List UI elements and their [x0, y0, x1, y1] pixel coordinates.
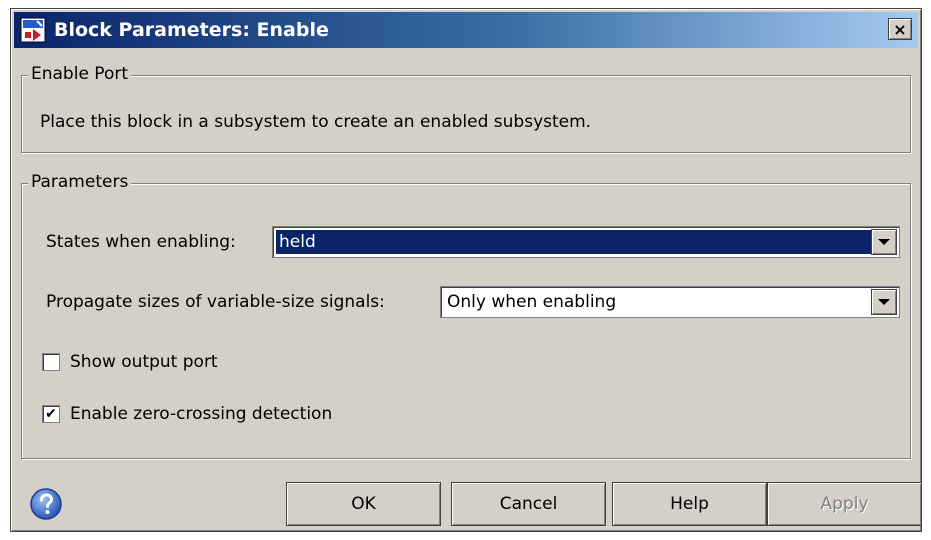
- close-button[interactable]: ×: [888, 18, 912, 40]
- enable-port-legend: Enable Port: [28, 64, 132, 84]
- zero-crossing-label: Enable zero-crossing detection: [70, 404, 333, 424]
- zero-crossing-option[interactable]: ✔ Enable zero-crossing detection: [42, 404, 332, 424]
- show-output-port-label: Show output port: [70, 352, 218, 372]
- chevron-down-icon: [878, 239, 890, 245]
- simulink-block-icon: [20, 17, 46, 43]
- propagate-dropdown-button[interactable]: [871, 289, 897, 315]
- enable-port-group: Enable Port Place this block in a subsys…: [21, 64, 911, 153]
- block-parameters-dialog: Block Parameters: Enable × Enable Port P…: [10, 8, 922, 532]
- propagate-sizes-select[interactable]: Only when enabling: [440, 286, 900, 318]
- show-output-port-option[interactable]: Show output port: [42, 352, 218, 372]
- help-button[interactable]: Help: [612, 482, 767, 526]
- cancel-button[interactable]: Cancel: [451, 482, 606, 526]
- parameters-legend: Parameters: [28, 172, 132, 192]
- ok-button[interactable]: OK: [286, 482, 441, 526]
- show-output-port-checkbox[interactable]: [42, 353, 60, 371]
- close-icon: ×: [893, 19, 907, 39]
- states-dropdown-button[interactable]: [871, 229, 897, 255]
- states-when-enabling-value: held: [276, 230, 871, 254]
- check-mark-icon: ✔: [45, 406, 57, 422]
- title-bar[interactable]: Block Parameters: Enable ×: [14, 12, 918, 48]
- zero-crossing-checkbox[interactable]: ✔: [42, 405, 60, 423]
- parameters-group: Parameters States when enabling: held Pr…: [21, 172, 911, 459]
- block-description: Place this block in a subsystem to creat…: [40, 112, 592, 132]
- propagate-sizes-label: Propagate sizes of variable-size signals…: [46, 292, 385, 312]
- states-when-enabling-select[interactable]: held: [272, 226, 900, 258]
- propagate-sizes-value: Only when enabling: [447, 292, 617, 312]
- help-question-icon[interactable]: [29, 487, 63, 521]
- apply-button[interactable]: Apply: [767, 482, 922, 526]
- chevron-down-icon: [878, 299, 890, 305]
- states-when-enabling-label: States when enabling:: [46, 232, 236, 252]
- window-title: Block Parameters: Enable: [54, 19, 329, 41]
